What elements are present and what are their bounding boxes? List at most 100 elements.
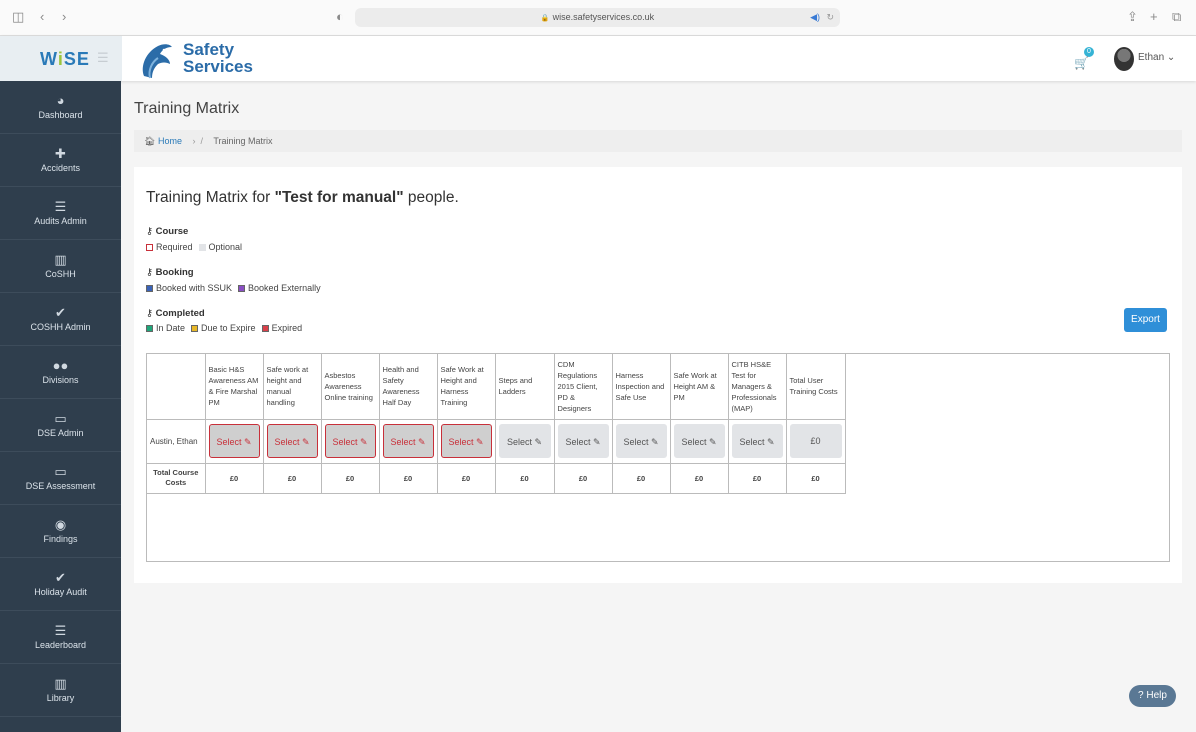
edit-icon: ✎ — [708, 437, 717, 447]
export-button[interactable]: Export — [1124, 308, 1167, 332]
list-icon: ☰ — [54, 623, 67, 638]
sidebar-item-label: Findings — [43, 534, 78, 544]
hamburger-menu-icon[interactable]: ☰ — [97, 50, 109, 66]
select-label: Select — [739, 437, 765, 447]
select-course-button[interactable]: Select ✎ — [498, 424, 551, 458]
sidebar-item-dashboard[interactable]: ◕ Dashboard — [0, 81, 121, 134]
select-course-button[interactable]: Select ✎ — [731, 424, 783, 458]
sidebar-item-leaderboard[interactable]: ☰ Leaderboard — [0, 611, 121, 664]
select-label: Select — [274, 437, 300, 447]
sidebar-item-dse-admin[interactable]: ▭ DSE Admin — [0, 399, 121, 452]
select-course-button[interactable]: Select ✎ — [382, 424, 434, 458]
sidebar-item-label: Accidents — [40, 163, 81, 173]
course-column-header: Basic H&S Awareness AM & Fire Marshal PM — [205, 354, 264, 420]
matrix-cell: Select ✎ — [612, 419, 671, 464]
legend-label: Booked Externally — [248, 283, 321, 293]
course-column-header: Safe work at height and manual handling — [263, 354, 322, 420]
select-course-button[interactable]: Select ✎ — [266, 424, 318, 458]
edit-icon: ✎ — [766, 437, 775, 447]
reload-icon[interactable]: ↻ — [826, 8, 834, 27]
sidebar-item-library[interactable]: ▥ Library — [0, 664, 121, 717]
app-logo-area: WiSE ☰ — [0, 36, 122, 81]
share-icon[interactable]: ⇪ — [1127, 9, 1138, 25]
course-column-header: CDM Regulations 2015 Client, PD & Design… — [554, 354, 613, 420]
select-course-button[interactable]: Select ✎ — [324, 424, 376, 458]
user-total-value: £0 — [789, 424, 842, 458]
legend-label: Due to Expire — [201, 323, 256, 333]
edit-icon: ✎ — [650, 437, 659, 447]
select-label: Select — [332, 437, 358, 447]
select-course-button[interactable]: Select ✎ — [208, 424, 260, 458]
legend-course-title: ⚷ Course — [146, 226, 189, 237]
sidebar: ◕ Dashboard ✚ Accidents ☰ Audits Admin ▥ CoSHH ✔… — [0, 81, 121, 732]
forward-icon[interactable]: › — [62, 9, 66, 25]
legend-swatch — [261, 325, 269, 332]
breadcrumb-home-link[interactable]: Home — [158, 136, 182, 146]
course-column-header: Steps and Ladders — [495, 354, 555, 420]
list-icon: ☰ — [54, 199, 67, 214]
edit-icon: ✎ — [475, 437, 484, 447]
select-course-button[interactable]: Select ✎ — [440, 424, 492, 458]
edit-icon: ✎ — [301, 437, 310, 447]
sidebar-item-coshh[interactable]: ▥ CoSHH — [0, 240, 121, 293]
course-column-header: CITB HS&E Test for Managers & Profession… — [728, 354, 787, 420]
matrix-cell: Select ✎ — [554, 419, 613, 464]
select-label: Select — [623, 437, 649, 447]
user-menu[interactable]: Ethan ⌄ — [1138, 52, 1175, 63]
sidebar-item-findings[interactable]: ◉ Findings — [0, 505, 121, 558]
select-course-button[interactable]: Select ✎ — [557, 424, 609, 458]
select-course-button[interactable]: Select ✎ — [673, 424, 725, 458]
address-bar[interactable]: 🔒 wise.safetyservices.co.uk ◀) ↻ — [355, 8, 840, 27]
course-total-value: £0 — [263, 463, 322, 494]
select-course-button[interactable]: Select ✎ — [615, 424, 667, 458]
matrix-cell: Select ✎ — [321, 419, 380, 464]
legend-swatch — [146, 244, 153, 251]
legend-swatch — [198, 244, 206, 251]
breadcrumb-separator: › / — [192, 136, 203, 146]
course-total-value: £0 — [612, 463, 671, 494]
help-button[interactable]: ? Help — [1129, 685, 1176, 707]
sidebar-item-holiday-audit[interactable]: ✔ Holiday Audit — [0, 558, 121, 611]
sidebar-item-label: COSHH Admin — [30, 322, 91, 332]
browser-toolbar: ◫ ‹ › ◐ 🔒 wise.safetyservices.co.uk ◀) ↻ … — [0, 0, 1196, 36]
sidebar-item-coshh-admin[interactable]: ✔ COSHH Admin — [0, 293, 121, 346]
page-title: Training Matrix — [134, 100, 240, 117]
course-totals-row: Total Course Costs £0 £0 £0 £0 £0 £0 £0 £0 £0 £0 £0 — [147, 463, 846, 494]
matrix-cell: Select ✎ — [495, 419, 555, 464]
tabs-overview-icon[interactable]: ⧉ — [1172, 9, 1181, 25]
audio-icon[interactable]: ◀) — [810, 8, 820, 27]
matrix-cell: Select ✎ — [205, 419, 264, 464]
url-text: wise.safetyservices.co.uk — [552, 12, 655, 22]
edit-icon: ✎ — [359, 437, 368, 447]
matrix-cell: Select ✎ — [437, 419, 496, 464]
course-column-header: Safe Work at Height and Harness Training — [437, 354, 496, 420]
wise-logo[interactable]: WiSE — [40, 49, 90, 70]
medkit-icon: ✚ — [55, 146, 66, 161]
legend-item: In Date — [146, 323, 185, 333]
sidebar-item-audits-admin[interactable]: ☰ Audits Admin — [0, 187, 121, 240]
course-total-value: £0 — [554, 463, 613, 494]
select-label: Select — [390, 437, 416, 447]
shield-icon[interactable]: ◐ — [336, 9, 344, 25]
legend-swatch — [191, 325, 199, 332]
select-label: Select — [565, 437, 591, 447]
sidebar-item-divisions[interactable]: ●● Divisions — [0, 346, 121, 399]
legend-swatch — [238, 285, 246, 292]
users-icon: ●● — [52, 358, 69, 373]
eye-icon: ◉ — [54, 517, 67, 532]
matrix-cell: Select ✎ — [728, 419, 787, 464]
new-tab-icon[interactable]: + — [1150, 9, 1158, 25]
key-icon: ⚷ — [146, 226, 153, 237]
sidebar-item-accidents[interactable]: ✚ Accidents — [0, 134, 121, 187]
sidebar-item-label: Dashboard — [38, 110, 83, 120]
back-icon[interactable]: ‹ — [40, 9, 44, 25]
question-icon: ? — [1138, 690, 1144, 701]
sidebar-item-dse-assessment[interactable]: ▭ DSE Assessment — [0, 452, 121, 505]
sidebar-toggle-icon[interactable]: ◫ — [12, 9, 24, 25]
course-total-value: £0 — [321, 463, 380, 494]
avatar[interactable] — [1114, 47, 1134, 71]
course-total-value: £0 — [205, 463, 264, 494]
legend-course: Required Optional — [146, 242, 248, 252]
book-icon: ▥ — [54, 676, 67, 691]
cart-icon[interactable]: 🛒 — [1074, 56, 1089, 70]
